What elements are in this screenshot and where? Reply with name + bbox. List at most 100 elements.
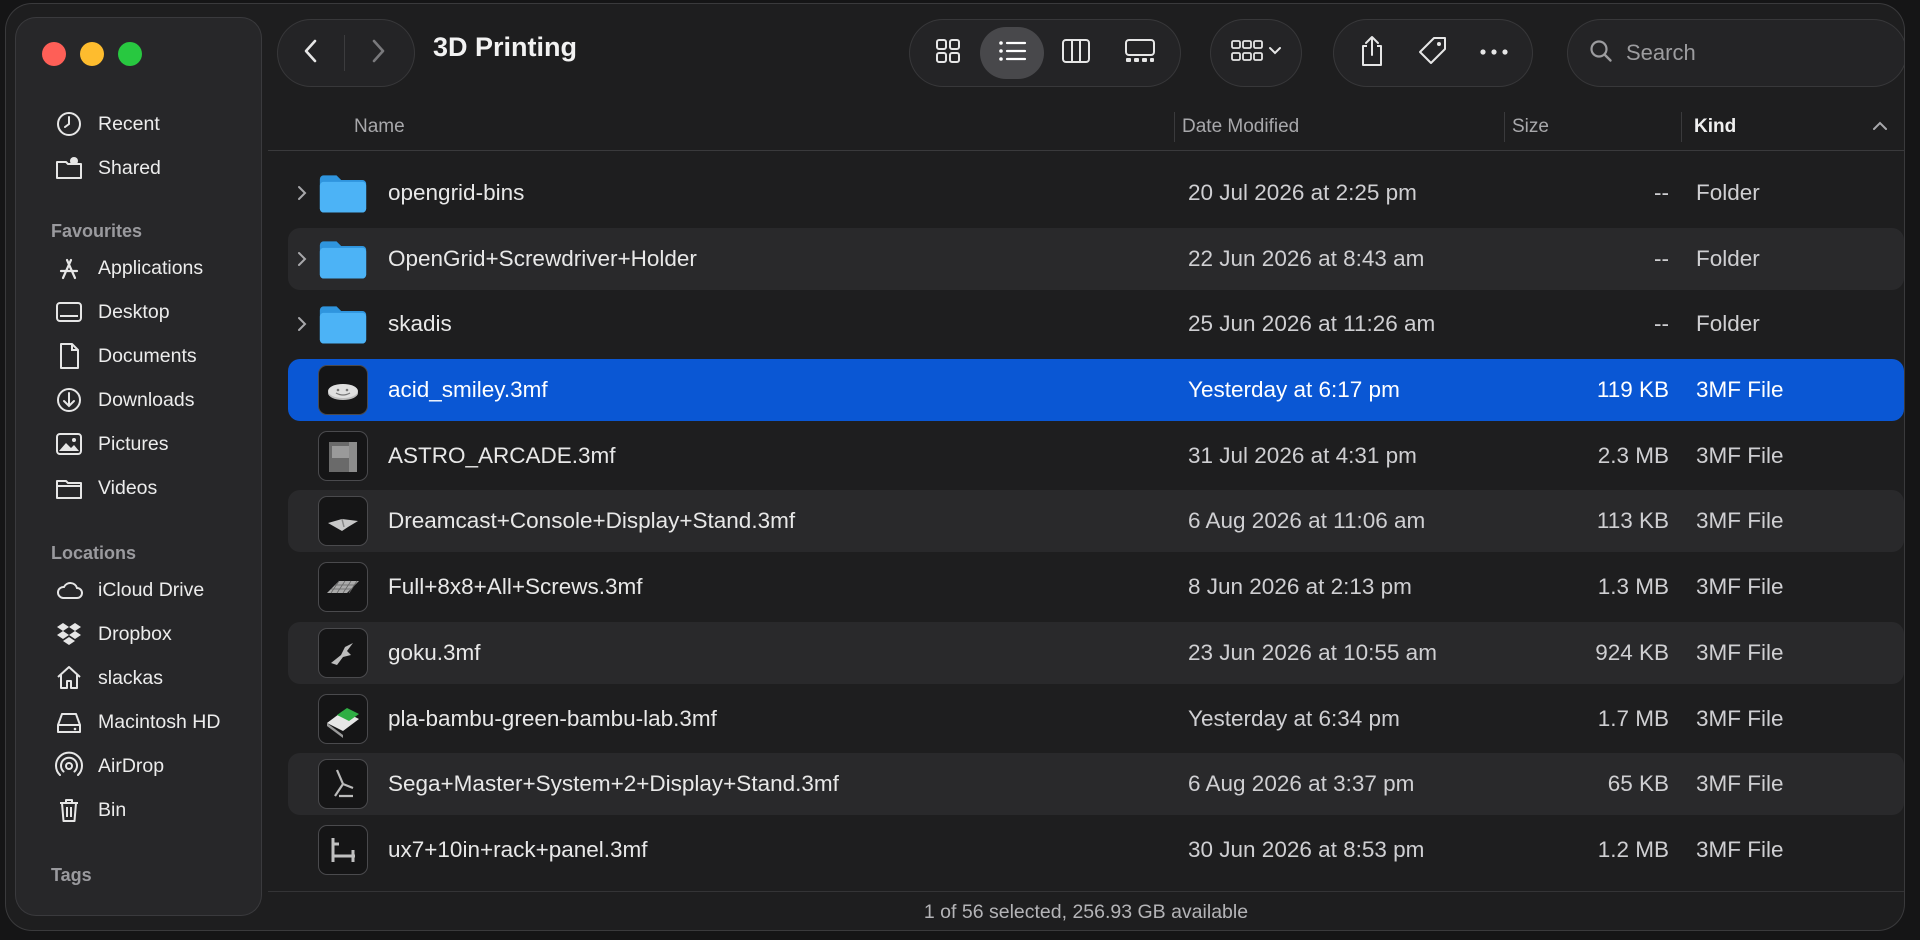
file-name: acid_smiley.3mf bbox=[388, 377, 548, 403]
column-header-name[interactable]: Name bbox=[354, 104, 405, 150]
disclosure-chevron-icon[interactable] bbox=[294, 162, 310, 224]
trash-icon bbox=[54, 795, 86, 825]
sidebar-item-macintosh-hd[interactable]: Macintosh HD bbox=[16, 700, 261, 744]
column-header-size[interactable]: Size bbox=[1512, 104, 1549, 150]
file-size: 1.7 MB bbox=[1597, 705, 1669, 731]
sidebar-item-home[interactable]: slackas bbox=[16, 656, 261, 700]
gallery-icon bbox=[1123, 36, 1157, 71]
table-row[interactable]: OpenGrid+Screwdriver+Holder 22 Jun 2026 … bbox=[288, 227, 1904, 290]
more-button[interactable] bbox=[1464, 23, 1524, 83]
file-kind: 3MF File bbox=[1696, 574, 1784, 600]
folder-icon bbox=[318, 235, 368, 283]
file-name: opengrid-bins bbox=[388, 180, 525, 205]
file-kind: Folder bbox=[1696, 245, 1760, 271]
sidebar-item-bin[interactable]: Bin bbox=[16, 788, 261, 832]
tags-heading[interactable]: Tags bbox=[16, 860, 261, 890]
window-title: 3D Printing bbox=[433, 32, 578, 62]
sidebar-item-dropbox[interactable]: Dropbox bbox=[16, 612, 261, 656]
column-header-date-modified[interactable]: Date Modified bbox=[1182, 104, 1299, 150]
forward-button[interactable] bbox=[345, 20, 411, 86]
file-kind: 3MF File bbox=[1696, 639, 1784, 665]
file-date: 30 Jun 2026 at 8:53 pm bbox=[1188, 836, 1425, 862]
file-size: 1.2 MB bbox=[1597, 836, 1669, 862]
minimize-window-button[interactable] bbox=[80, 42, 104, 66]
table-row[interactable]: ASTRO_ARCADE.3mf 31 Jul 2026 at 4:31 pm … bbox=[288, 425, 1904, 487]
finder-window: Recent Shared Favourites Applications De… bbox=[6, 4, 1904, 930]
sidebar-item-recent[interactable]: Recent bbox=[16, 102, 261, 146]
chevron-down-icon bbox=[1268, 44, 1282, 63]
file-thumbnail-icon bbox=[318, 628, 368, 677]
file-date: Yesterday at 6:17 pm bbox=[1188, 377, 1400, 403]
file-size: 65 KB bbox=[1607, 771, 1669, 797]
disclosure-chevron-icon[interactable] bbox=[294, 293, 310, 355]
search-field[interactable]: Search bbox=[1568, 20, 1904, 86]
file-name: Full+8x8+All+Screws.3mf bbox=[388, 574, 643, 600]
list-view-button[interactable] bbox=[980, 27, 1044, 79]
sidebar-favourites-section: Favourites Applications Desktop Document… bbox=[16, 216, 261, 510]
sidebar-item-airdrop[interactable]: AirDrop bbox=[16, 744, 261, 788]
table-row[interactable]: goku.3mf 23 Jun 2026 at 10:55 am 924 KB … bbox=[288, 621, 1904, 684]
sidebar-item-label: Recent bbox=[98, 112, 160, 135]
sidebar-item-applications[interactable]: Applications bbox=[16, 246, 261, 290]
sidebar-item-desktop[interactable]: Desktop bbox=[16, 290, 261, 334]
sidebar-item-icloud-drive[interactable]: iCloud Drive bbox=[16, 568, 261, 612]
file-date: 6 Aug 2026 at 3:37 pm bbox=[1188, 771, 1415, 797]
column-view-button[interactable] bbox=[1044, 27, 1108, 79]
table-row[interactable]: Dreamcast+Console+Display+Stand.3mf 6 Au… bbox=[288, 490, 1904, 553]
table-row-selected[interactable]: acid_smiley.3mf Yesterday at 6:17 pm 119… bbox=[288, 359, 1904, 422]
gallery-view-button[interactable] bbox=[1108, 27, 1172, 79]
sidebar-item-label: Bin bbox=[98, 798, 127, 821]
home-icon bbox=[54, 663, 86, 693]
sidebar-item-documents[interactable]: Documents bbox=[16, 334, 261, 378]
file-kind: 3MF File bbox=[1696, 771, 1784, 797]
table-row[interactable]: opengrid-bins 20 Jul 2026 at 2:25 pm -- … bbox=[288, 162, 1904, 224]
icon-view-button[interactable] bbox=[916, 27, 980, 79]
table-row[interactable]: pla-bambu-green-bambu-lab.3mf Yesterday … bbox=[288, 688, 1904, 750]
dropbox-icon bbox=[54, 619, 86, 649]
desktop-icon bbox=[54, 297, 86, 327]
sidebar-item-shared[interactable]: Shared bbox=[16, 146, 261, 190]
group-by-button[interactable] bbox=[1211, 20, 1301, 86]
table-row[interactable]: ux7+10in+rack+panel.3mf 30 Jun 2026 at 8… bbox=[288, 819, 1904, 881]
grid-icon bbox=[933, 36, 963, 71]
file-kind: Folder bbox=[1696, 180, 1760, 205]
table-row[interactable]: Full+8x8+All+Screws.3mf 8 Jun 2026 at 2:… bbox=[288, 556, 1904, 618]
table-row[interactable]: skadis 25 Jun 2026 at 11:26 am -- Folder bbox=[288, 293, 1904, 355]
table-row[interactable]: Sega+Master+System+2+Display+Stand.3mf 6… bbox=[288, 753, 1904, 816]
share-button[interactable] bbox=[1342, 23, 1402, 83]
file-date: 31 Jul 2026 at 4:31 pm bbox=[1188, 442, 1417, 468]
sort-chevron-up-icon[interactable] bbox=[1872, 104, 1888, 150]
clock-icon bbox=[54, 109, 86, 139]
file-size: -- bbox=[1654, 180, 1669, 205]
folder-icon bbox=[318, 169, 368, 217]
sidebar-item-pictures[interactable]: Pictures bbox=[16, 422, 261, 466]
sidebar-item-label: Shared bbox=[98, 156, 161, 179]
sidebar-item-label: Documents bbox=[98, 344, 197, 367]
back-button[interactable] bbox=[278, 20, 344, 86]
sidebar-item-label: iCloud Drive bbox=[98, 578, 205, 601]
column-header-kind[interactable]: Kind bbox=[1694, 104, 1736, 150]
shared-folder-icon bbox=[54, 153, 86, 183]
status-text: 1 of 56 selected, 256.93 GB available bbox=[923, 901, 1249, 923]
share-icon bbox=[1357, 34, 1387, 73]
navigation-buttons bbox=[278, 20, 414, 86]
disclosure-chevron-icon[interactable] bbox=[294, 228, 310, 290]
file-size: -- bbox=[1654, 245, 1669, 271]
sidebar-item-videos[interactable]: Videos bbox=[16, 466, 261, 510]
sidebar-item-label: Dropbox bbox=[98, 622, 172, 645]
column-divider[interactable] bbox=[1174, 112, 1175, 142]
file-date: 25 Jun 2026 at 11:26 am bbox=[1188, 311, 1436, 337]
file-name: Sega+Master+System+2+Display+Stand.3mf bbox=[388, 771, 839, 797]
sidebar-item-label: Macintosh HD bbox=[98, 710, 221, 733]
file-thumbnail-icon bbox=[318, 497, 368, 546]
tag-button[interactable] bbox=[1403, 23, 1463, 83]
sidebar-item-downloads[interactable]: Downloads bbox=[16, 378, 261, 422]
file-thumbnail-icon bbox=[318, 825, 368, 874]
close-window-button[interactable] bbox=[42, 42, 66, 66]
window-controls bbox=[42, 42, 142, 66]
zoom-window-button[interactable] bbox=[118, 42, 142, 66]
file-size: 2.3 MB bbox=[1597, 442, 1669, 468]
column-divider[interactable] bbox=[1504, 112, 1505, 142]
column-divider[interactable] bbox=[1681, 112, 1682, 142]
airdrop-icon bbox=[54, 751, 86, 781]
